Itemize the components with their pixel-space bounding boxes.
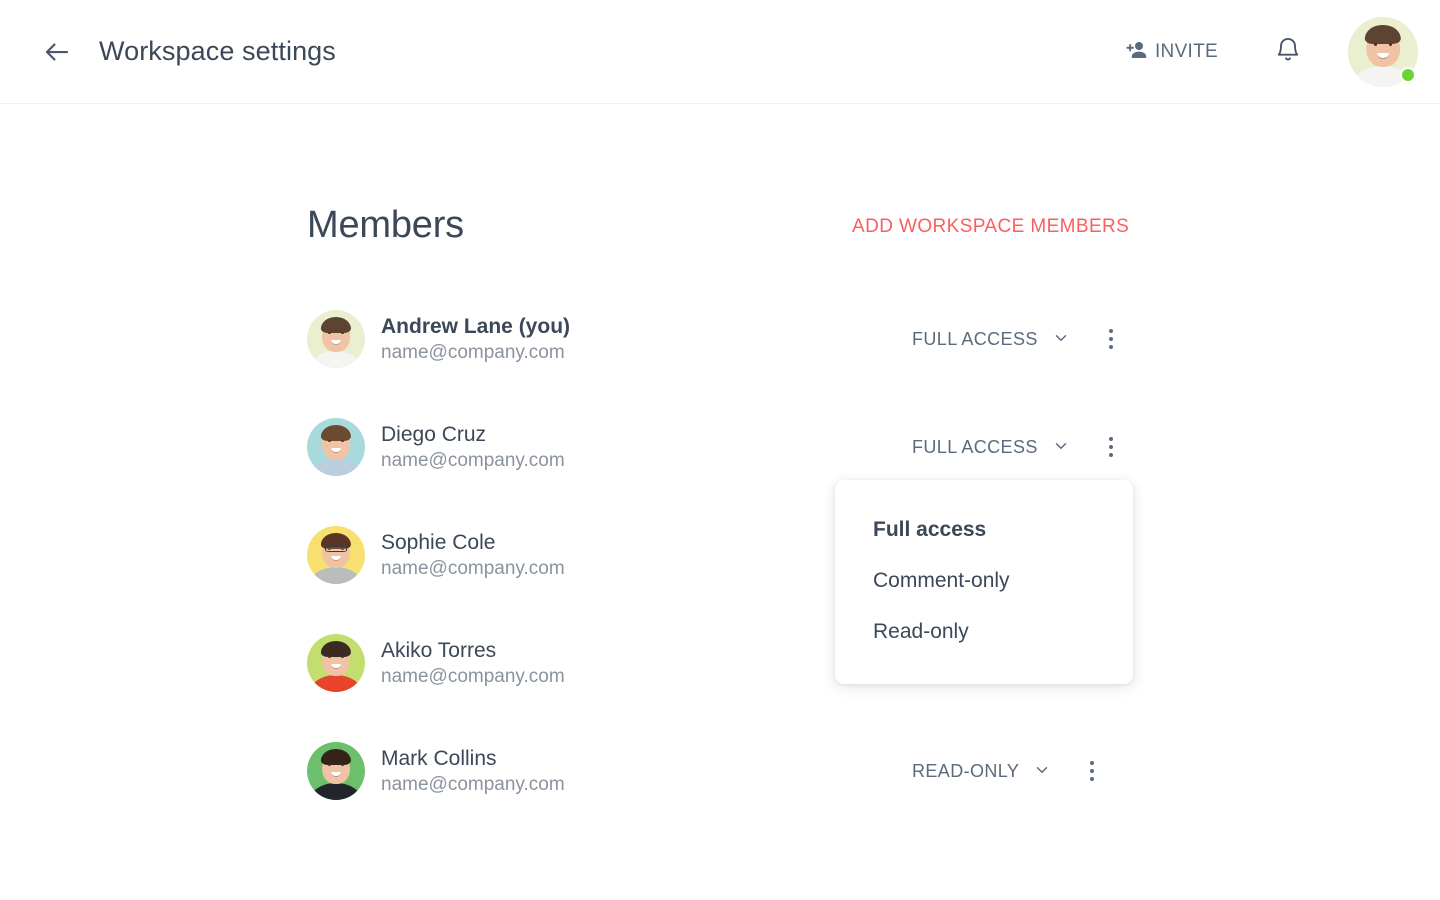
member-name: Mark Collins bbox=[381, 746, 497, 770]
chevron-down-icon bbox=[1033, 761, 1051, 782]
role-label: READ-ONLY bbox=[912, 760, 1020, 781]
invite-button[interactable]: INVITE bbox=[1114, 30, 1228, 73]
avatar bbox=[307, 310, 365, 368]
role-label: FULL ACCESS bbox=[912, 328, 1038, 349]
glasses-icon bbox=[324, 546, 347, 552]
more-vertical-icon bbox=[1090, 777, 1095, 781]
role-option-full-access[interactable]: Full access bbox=[835, 504, 1133, 555]
notifications-button[interactable] bbox=[1266, 30, 1310, 74]
arrow-left-icon bbox=[42, 37, 72, 67]
member-email: name@company.com bbox=[381, 449, 565, 471]
more-vertical-icon bbox=[1090, 761, 1095, 765]
page-title: Workspace settings bbox=[99, 36, 336, 66]
member-email: name@company.com bbox=[381, 341, 565, 363]
avatar bbox=[307, 418, 365, 476]
more-vertical-icon bbox=[1090, 769, 1095, 773]
more-vertical-icon bbox=[1108, 445, 1113, 449]
person-add-icon bbox=[1124, 38, 1150, 65]
header-actions: INVITE bbox=[1114, 16, 1418, 87]
member-row: Andrew Lane (you) name@company.com FULL … bbox=[307, 285, 1135, 393]
online-status-dot bbox=[1400, 66, 1416, 83]
app-header: Workspace settings INVITE bbox=[0, 0, 1440, 104]
member-role-controls: FULL ACCESS bbox=[910, 320, 1128, 358]
member-name: Andrew Lane (you) bbox=[381, 314, 571, 338]
chevron-down-icon bbox=[1052, 329, 1070, 350]
profile-avatar-button[interactable] bbox=[1348, 16, 1418, 87]
member-options-button[interactable] bbox=[1094, 428, 1128, 466]
member-role-controls: FULL ACCESS bbox=[910, 428, 1128, 466]
member-identity: Mark Collins name@company.com bbox=[307, 742, 565, 800]
member-email: name@company.com bbox=[381, 665, 565, 687]
bell-icon bbox=[1274, 36, 1302, 67]
more-vertical-icon bbox=[1108, 345, 1113, 349]
back-button[interactable] bbox=[36, 31, 78, 73]
role-option-comment-only[interactable]: Comment-only bbox=[835, 555, 1133, 606]
member-options-button[interactable] bbox=[1075, 752, 1109, 790]
main-content: Members ADD WORKSPACE MEMBERS Andrew Lan… bbox=[0, 104, 1440, 900]
role-dropdown-menu: Full access Comment-only Read-only bbox=[835, 480, 1133, 684]
more-vertical-icon bbox=[1108, 329, 1113, 333]
member-identity: Andrew Lane (you) name@company.com bbox=[307, 310, 570, 368]
members-title: Members bbox=[307, 204, 464, 246]
role-select[interactable]: READ-ONLY bbox=[910, 755, 1053, 788]
chevron-down-icon bbox=[1052, 437, 1070, 458]
members-header: Members ADD WORKSPACE MEMBERS bbox=[307, 194, 1135, 256]
member-row: Mark Collins name@company.com READ-ONLY bbox=[307, 717, 1135, 825]
add-workspace-members-button[interactable]: ADD WORKSPACE MEMBERS bbox=[852, 216, 1129, 238]
member-name: Sophie Cole bbox=[381, 530, 496, 554]
member-identity: Diego Cruz name@company.com bbox=[307, 418, 565, 476]
member-email: name@company.com bbox=[381, 773, 565, 795]
role-select[interactable]: FULL ACCESS bbox=[910, 323, 1072, 356]
member-identity: Akiko Torres name@company.com bbox=[307, 634, 565, 692]
avatar bbox=[307, 526, 365, 584]
role-option-read-only[interactable]: Read-only bbox=[835, 606, 1133, 657]
member-role-controls: READ-ONLY bbox=[910, 752, 1109, 790]
member-identity: Sophie Cole name@company.com bbox=[307, 526, 565, 584]
member-email: name@company.com bbox=[381, 557, 565, 579]
role-select[interactable]: FULL ACCESS bbox=[910, 431, 1072, 464]
avatar bbox=[307, 742, 365, 800]
more-vertical-icon bbox=[1108, 437, 1113, 441]
member-options-button[interactable] bbox=[1094, 320, 1128, 358]
more-vertical-icon bbox=[1108, 337, 1113, 341]
invite-label: INVITE bbox=[1154, 40, 1218, 62]
members-list: Andrew Lane (you) name@company.com FULL … bbox=[307, 285, 1135, 825]
members-panel: Members ADD WORKSPACE MEMBERS Andrew Lan… bbox=[307, 194, 1135, 825]
more-vertical-icon bbox=[1108, 453, 1113, 457]
role-label: FULL ACCESS bbox=[912, 436, 1038, 457]
member-name: Akiko Torres bbox=[381, 638, 497, 662]
avatar bbox=[307, 634, 365, 692]
member-name: Diego Cruz bbox=[381, 422, 487, 446]
